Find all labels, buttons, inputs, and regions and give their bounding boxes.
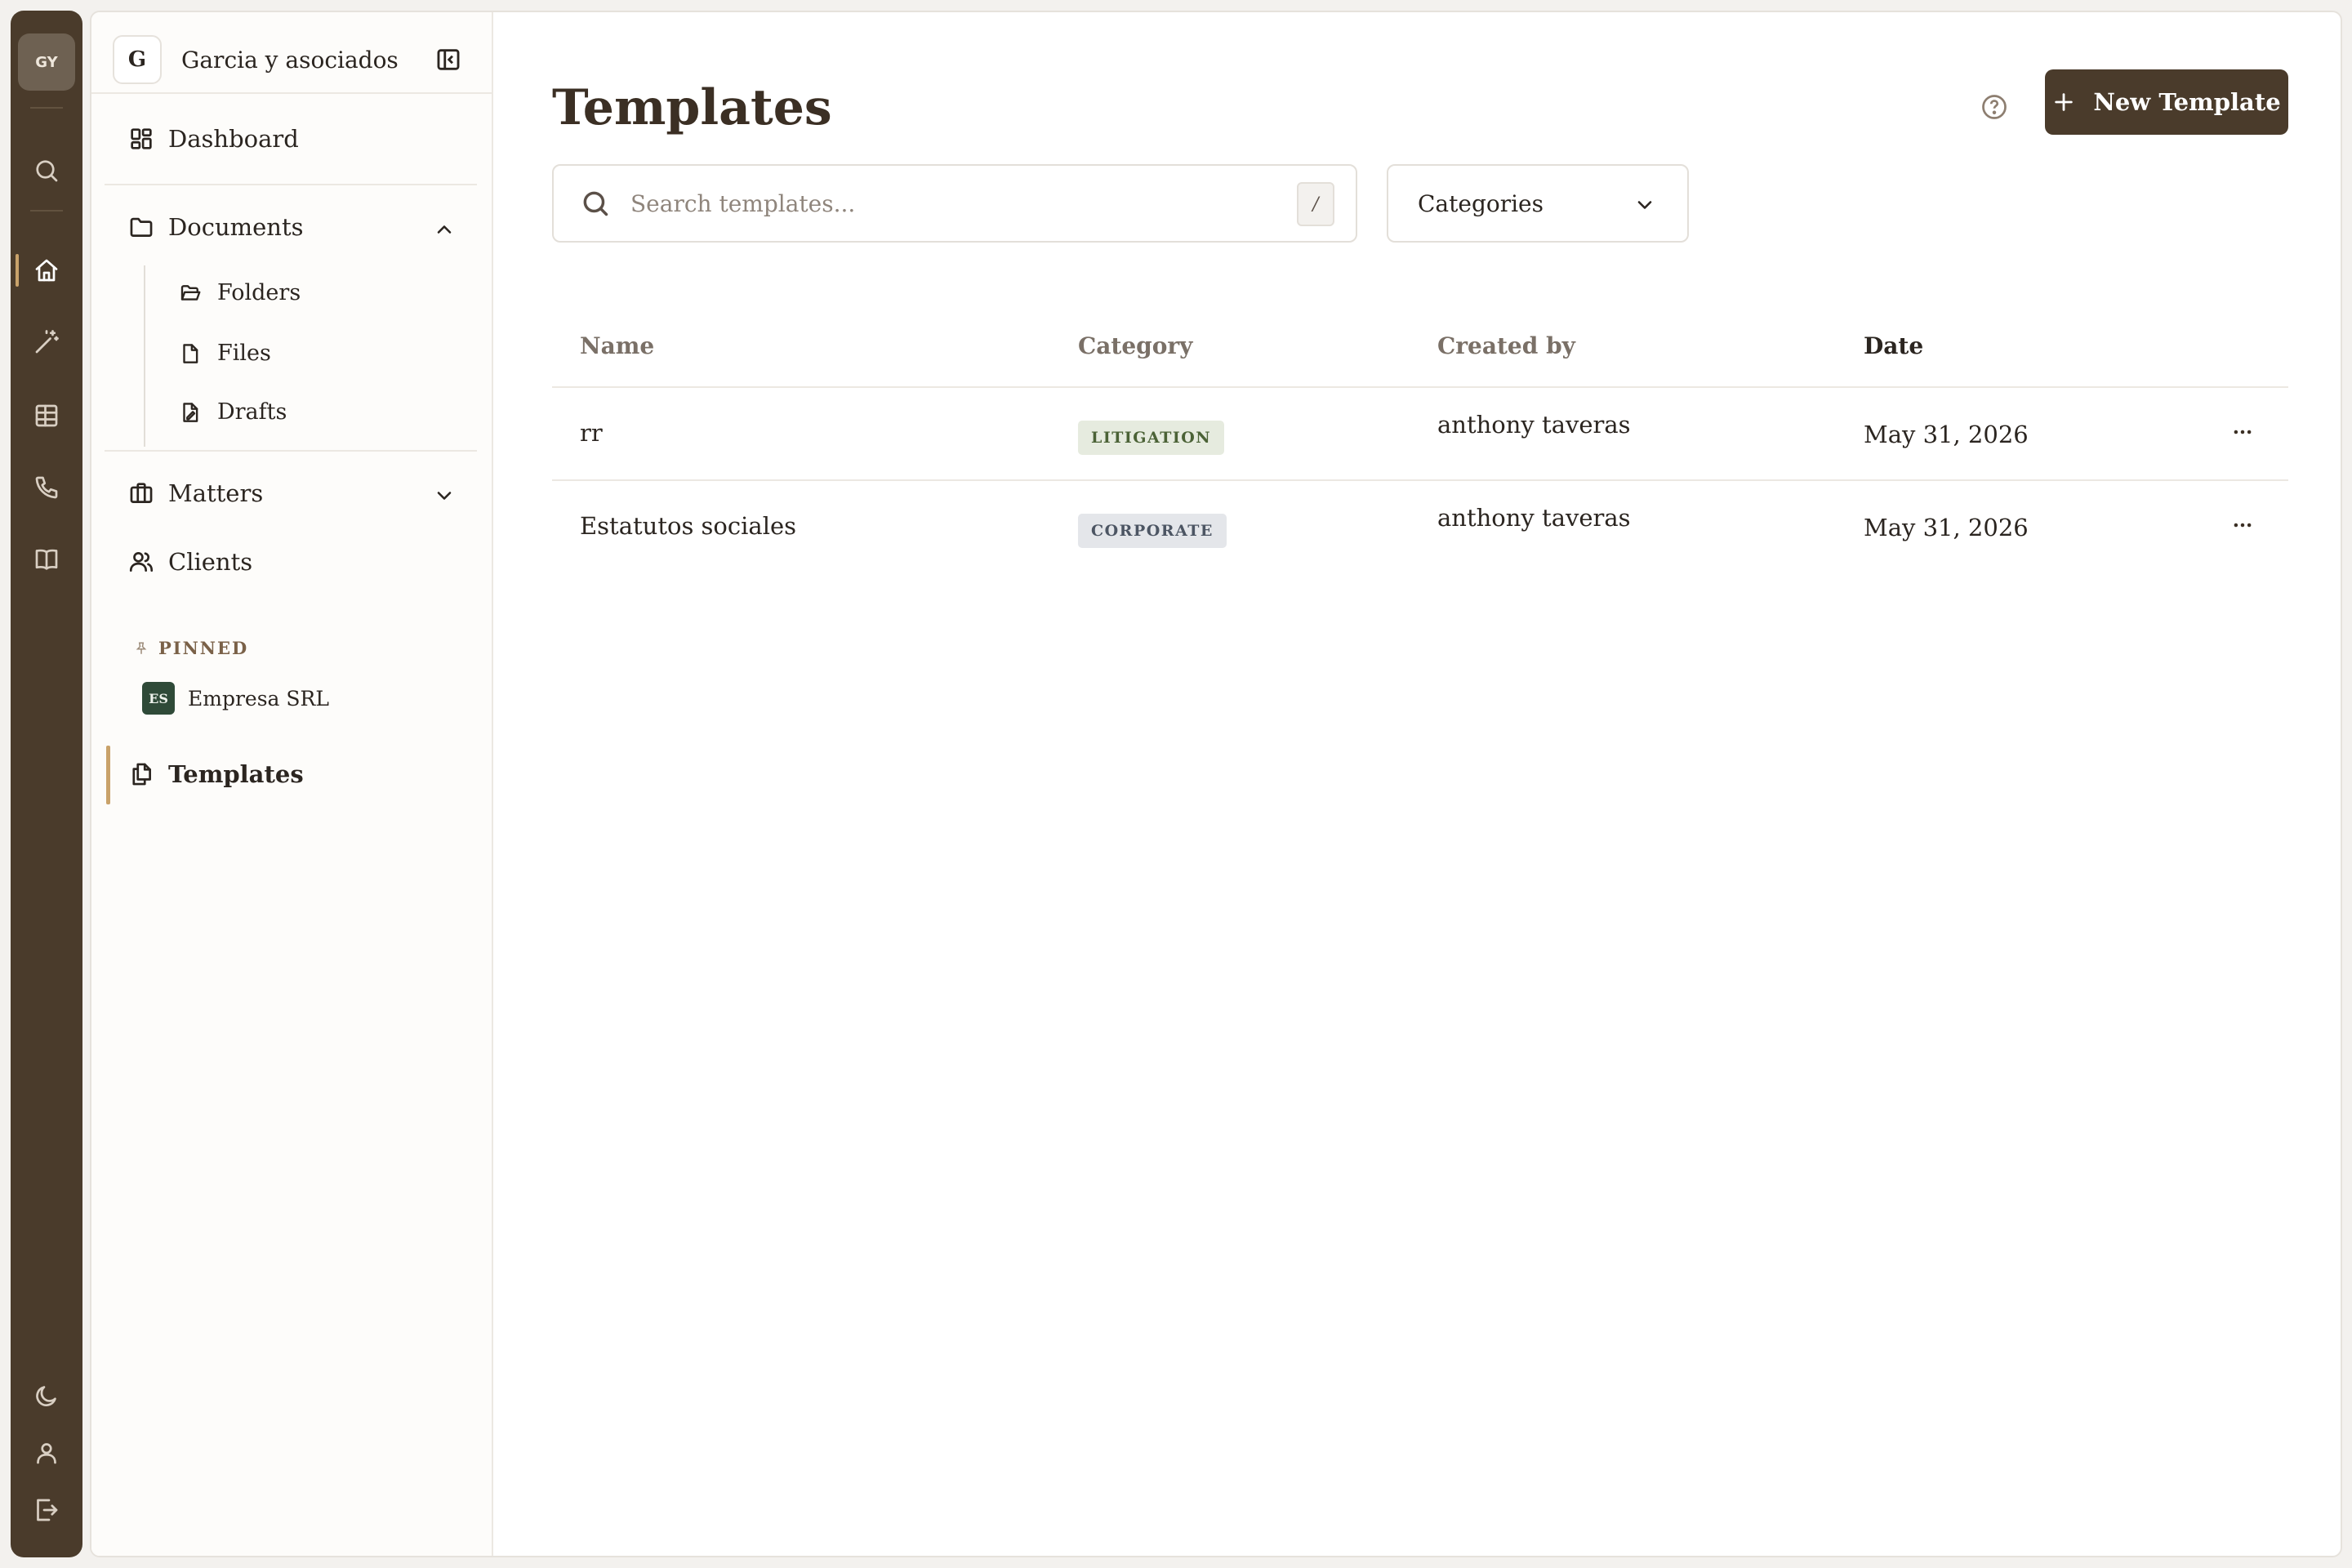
search-icon [580,188,611,219]
pinned-item-label: Empresa SRL [188,686,329,710]
sidebar-item-documents[interactable]: Documents [127,213,304,241]
sidebar: G Garcia y asociados Dashboard Documents [91,12,493,1556]
sidebar-item-label: Drafts [217,399,287,425]
draft-file-icon [178,400,203,425]
help-icon[interactable] [1975,87,2014,127]
home-icon[interactable] [30,254,63,287]
column-header-created-by[interactable]: Created by [1437,332,1575,359]
main-content: Templates New Template / Categories Name… [493,12,2341,1556]
logout-icon[interactable] [30,1494,63,1526]
new-template-label: New Template [2093,88,2281,116]
column-header-category[interactable]: Category [1078,332,1192,359]
sidebar-divider [105,450,477,452]
column-header-name[interactable]: Name [580,332,654,359]
created-date: May 31, 2026 [1864,514,2029,541]
search-input[interactable] [630,189,1267,217]
chevron-down-icon [1633,194,1656,216]
sidebar-item-dashboard[interactable]: Dashboard [127,125,299,153]
app-rail: GY [11,11,82,1557]
categories-dropdown[interactable]: Categories [1387,164,1689,243]
page-title: Templates [552,79,832,136]
chevron-up-icon[interactable] [433,218,456,241]
sidebar-item-templates[interactable]: Templates [127,760,304,788]
sidebar-item-label: Templates [168,760,304,788]
search-box: / [552,164,1357,243]
magic-wand-icon[interactable] [30,326,63,359]
book-icon[interactable] [30,543,63,576]
folder-icon [127,213,155,241]
sidebar-item-label: Folders [217,280,301,305]
file-icon [178,341,203,366]
org-badge: G [113,35,162,84]
keyboard-shortcut-hint: / [1297,182,1334,226]
table-row[interactable]: Estatutos sociales CORPORATE anthony tav… [552,479,2288,572]
rail-divider [30,210,63,212]
dashboard-icon [127,125,155,153]
column-header-date[interactable]: Date [1864,332,1923,359]
plus-icon [2055,93,2074,111]
sidebar-divider [91,92,492,94]
pinned-label-text: PINNED [158,638,249,658]
created-date: May 31, 2026 [1864,421,2029,448]
sidebar-item-label: Matters [168,479,264,507]
created-by: anthony taveras [1437,504,1631,532]
pinned-section-label: PINNED [134,638,248,658]
sidebar-item-label: Files [217,341,271,366]
sidebar-item-label: Clients [168,548,253,576]
table-icon[interactable] [30,399,63,432]
copy-documents-icon [127,760,155,788]
sidebar-divider [105,184,477,185]
sidebar-item-label: Documents [168,213,304,241]
collapse-sidebar-icon[interactable] [429,40,468,79]
sidebar-item-label: Dashboard [168,125,299,153]
org-switcher[interactable]: G Garcia y asociados [113,30,399,89]
rail-divider [30,107,63,109]
rail-active-indicator [16,254,19,287]
created-by: anthony taveras [1437,411,1631,439]
briefcase-icon [127,479,155,507]
pinned-item-empresa[interactable]: ES Empresa SRL [142,682,329,715]
more-options-icon[interactable] [2226,509,2259,541]
template-name: rr [580,419,603,447]
chevron-down-icon[interactable] [433,484,456,507]
category-badge: LITIGATION [1078,421,1225,455]
folder-open-icon [178,281,203,305]
workspace-avatar[interactable]: GY [18,33,75,91]
table-row[interactable]: rr LITIGATION anthony taveras May 31, 20… [552,386,2288,479]
app-panel: G Garcia y asociados Dashboard Documents [90,11,2342,1557]
sidebar-item-matters[interactable]: Matters [127,479,263,507]
pin-icon [136,642,147,654]
sidebar-item-clients[interactable]: Clients [127,548,252,576]
search-icon[interactable] [30,154,63,187]
moon-icon[interactable] [30,1379,63,1412]
sidebar-item-drafts[interactable]: Drafts [178,399,287,425]
more-options-icon[interactable] [2226,416,2259,448]
template-name: Estatutos sociales [580,512,797,540]
tree-guide-line [144,265,145,447]
new-template-button[interactable]: New Template [2045,69,2288,135]
phone-icon[interactable] [30,471,63,504]
categories-label: Categories [1418,189,1544,217]
user-icon[interactable] [30,1437,63,1469]
active-indicator [106,746,110,804]
users-icon [127,548,155,576]
category-badge: CORPORATE [1078,514,1227,548]
sidebar-item-folders[interactable]: Folders [178,280,301,305]
sidebar-item-files[interactable]: Files [178,341,271,366]
org-name: Garcia y asociados [181,46,399,74]
client-avatar: ES [142,682,175,715]
